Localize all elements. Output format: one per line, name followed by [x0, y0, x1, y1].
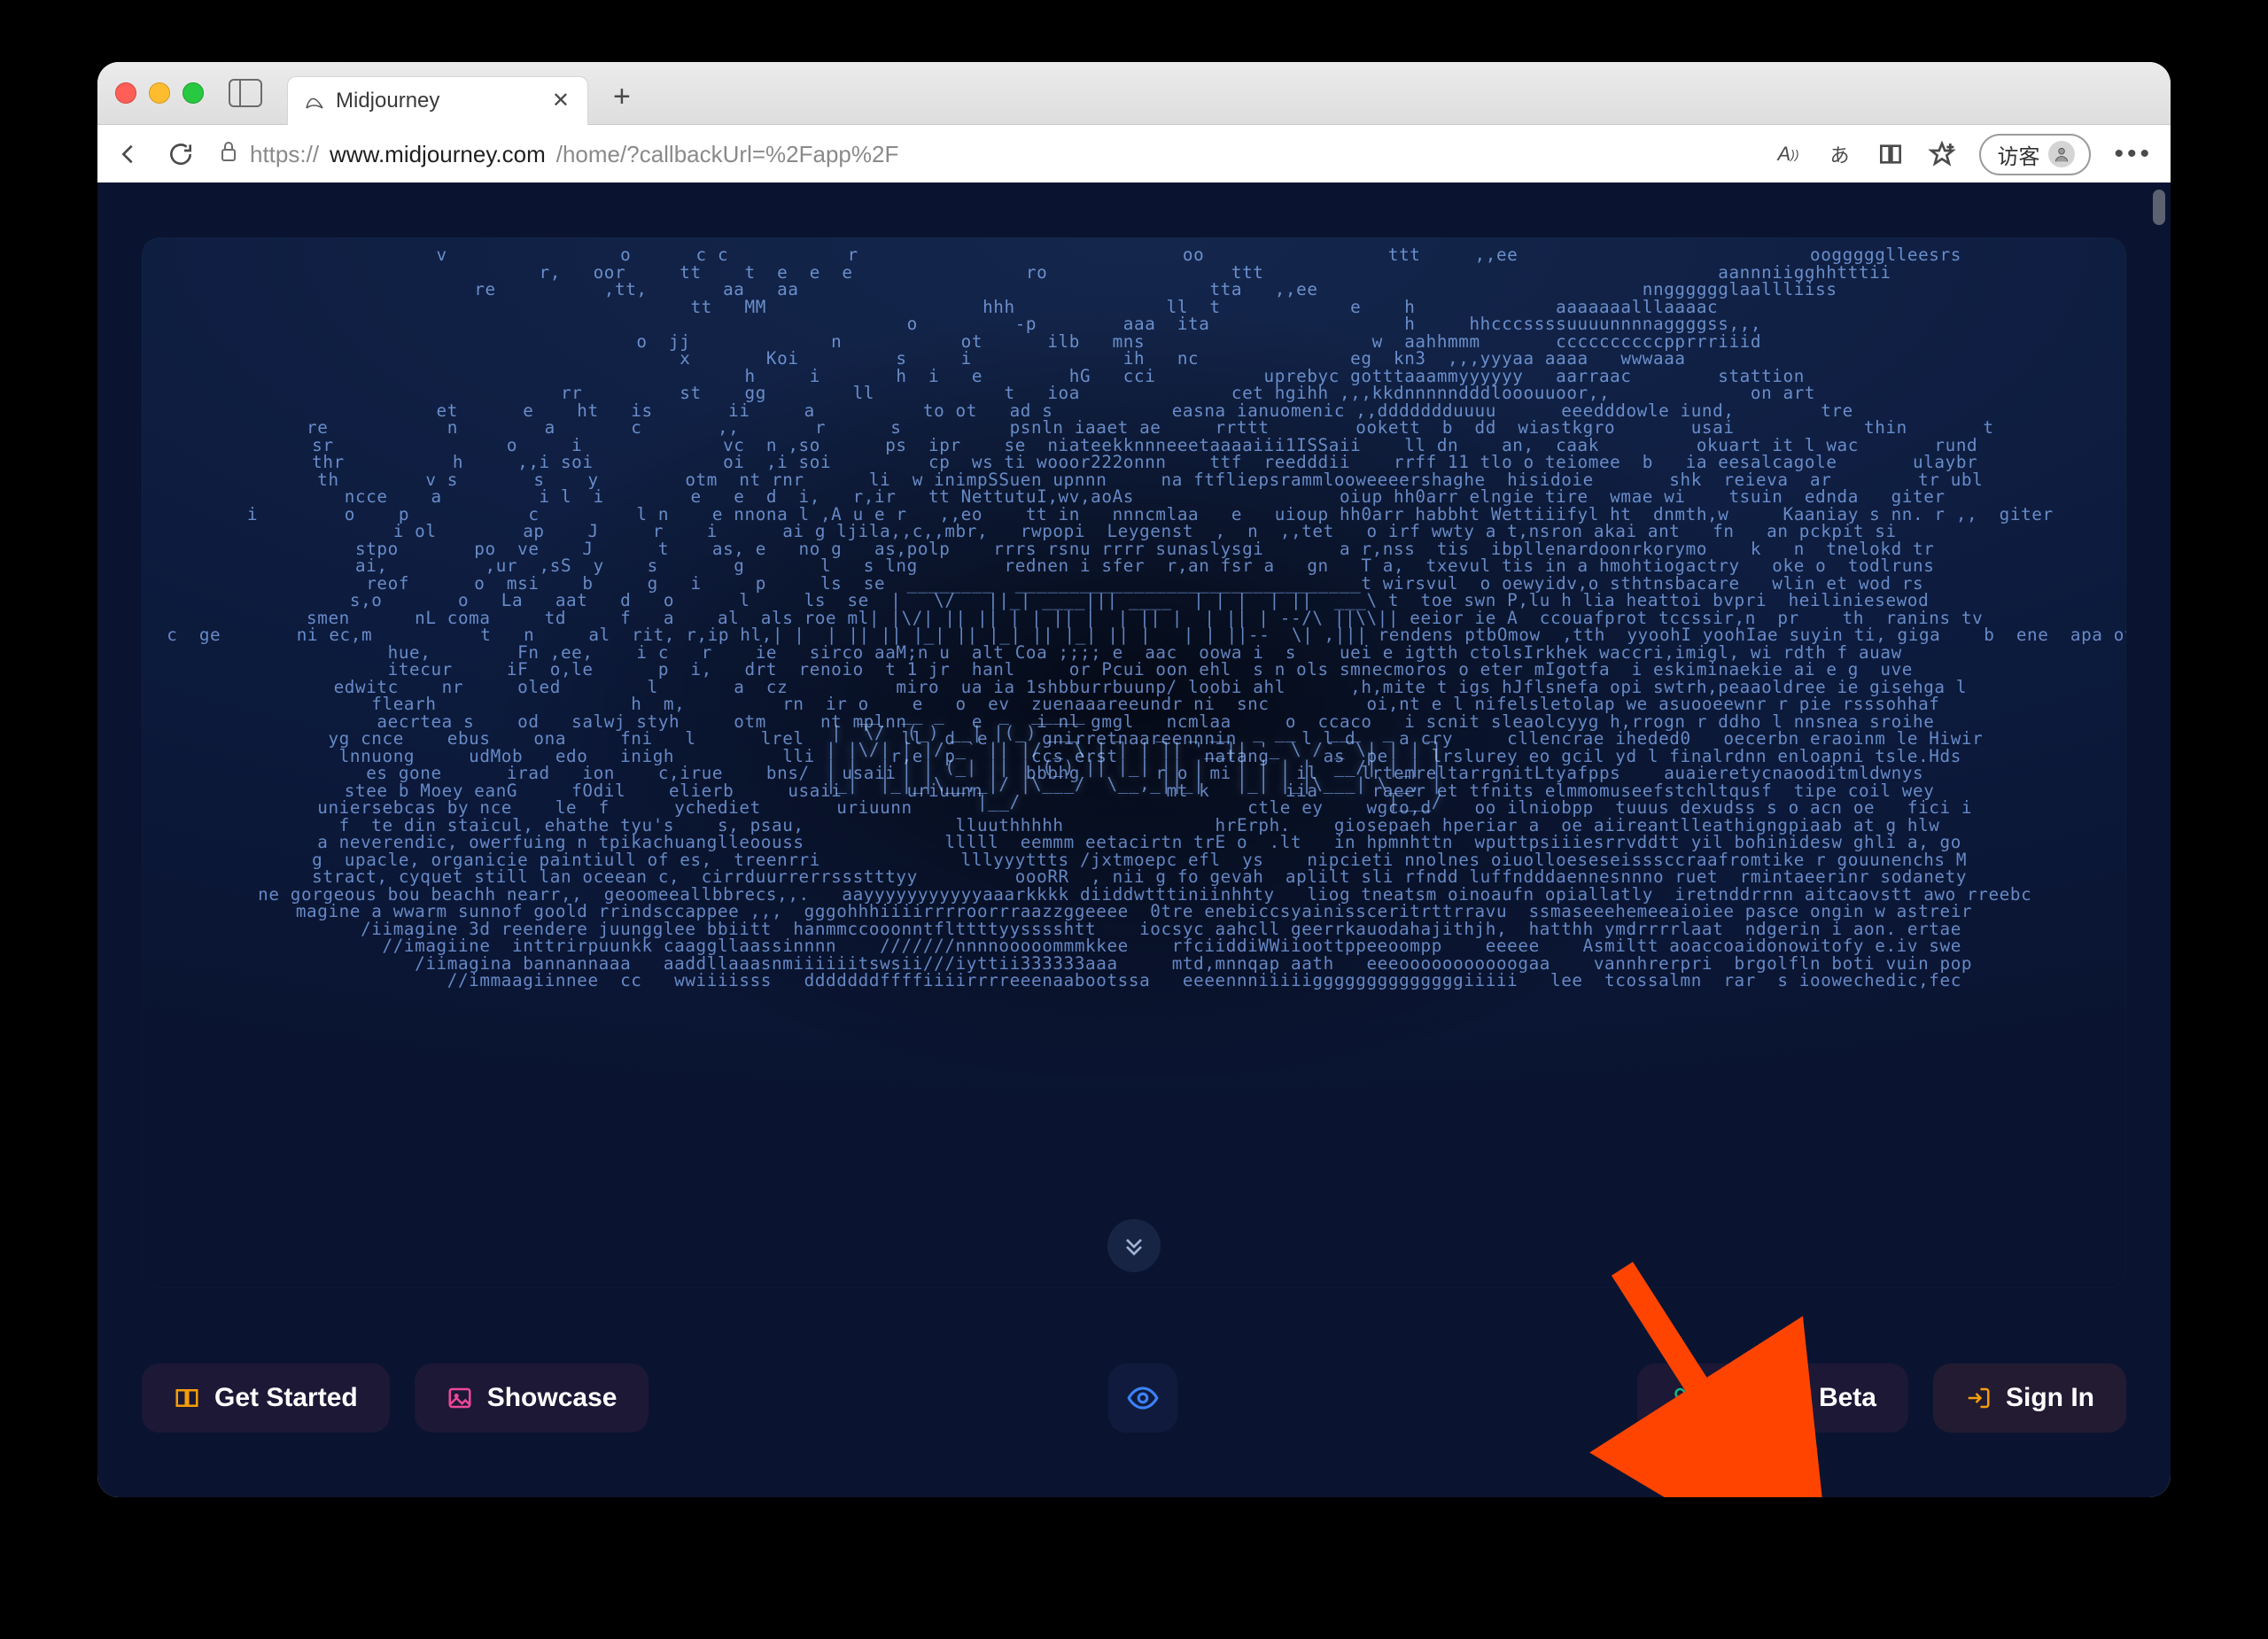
eye-icon	[1126, 1381, 1160, 1415]
profile-label: 访客	[1997, 139, 2039, 170]
book-icon	[174, 1385, 200, 1411]
profile-avatar-icon	[2048, 141, 2075, 167]
profile-button[interactable]: 访客	[1979, 134, 2091, 175]
user-plus-icon	[1669, 1385, 1696, 1411]
browser-window: Midjourney ✕ + https:// www.midjourney.co…	[97, 62, 2171, 1497]
scroll-down-hint[interactable]	[1107, 1219, 1161, 1272]
image-icon	[447, 1385, 473, 1411]
preview-eye-button[interactable]	[1108, 1363, 1177, 1433]
sign-in-icon	[1965, 1385, 1992, 1411]
page-viewport: v o c c r oo ttt ,,ee ooggggglleesrs r, …	[97, 183, 2171, 1497]
tab-favicon-icon	[304, 90, 325, 112]
favorites-icon[interactable]	[1928, 140, 1956, 168]
window-controls	[115, 82, 204, 104]
sign-in-label: Sign In	[2006, 1383, 2094, 1413]
url-path: /home/?callbackUrl=%2Fapp%2F	[556, 141, 899, 168]
url-prefix: https://	[250, 141, 319, 168]
vertical-scrollbar-thumb[interactable]	[2153, 190, 2165, 225]
footer-nav: Get Started Showcase Join the Beta	[142, 1354, 2126, 1442]
sign-in-button[interactable]: Sign In	[1933, 1363, 2126, 1433]
tab-midjourney[interactable]: Midjourney ✕	[287, 76, 588, 125]
showcase-button[interactable]: Showcase	[415, 1363, 649, 1433]
get-started-label: Get Started	[214, 1383, 358, 1413]
back-button[interactable]	[115, 140, 144, 168]
tab-close-icon[interactable]: ✕	[552, 88, 570, 113]
get-started-button[interactable]: Get Started	[142, 1363, 390, 1433]
minimize-window-button[interactable]	[149, 82, 170, 104]
url-host: www.midjourney.com	[330, 141, 546, 168]
hero-ascii-art: v o c c r oo ttt ,,ee ooggggglleesrs r, …	[142, 237, 2126, 1288]
browser-toolbar: https:// www.midjourney.com/home/?callbac…	[97, 125, 2171, 184]
address-bar[interactable]: https:// www.midjourney.com/home/?callbac…	[218, 139, 1751, 170]
new-tab-button[interactable]: +	[613, 87, 638, 112]
join-beta-label: Join the Beta	[1710, 1383, 1876, 1413]
read-aloud-icon[interactable]: A))	[1774, 140, 1802, 168]
chevron-down-double-icon	[1120, 1231, 1148, 1260]
maximize-window-button[interactable]	[183, 82, 204, 104]
more-menu-button[interactable]: •••	[2114, 139, 2153, 169]
site-info-icon[interactable]	[218, 139, 239, 170]
refresh-button[interactable]	[167, 140, 195, 168]
midjourney-logo-ascii: __ __ _ _ _____ | \/ (_) __| |(_) ___ _ …	[812, 697, 1456, 810]
showcase-label: Showcase	[487, 1383, 617, 1413]
sidebar-toggle-icon[interactable]	[229, 79, 262, 107]
reader-mode-icon[interactable]	[1876, 140, 1905, 168]
join-beta-button[interactable]: Join the Beta	[1637, 1363, 1908, 1433]
tab-title: Midjourney	[336, 89, 439, 113]
close-window-button[interactable]	[115, 82, 136, 104]
ascii-text: v o c c r oo ttt ,,ee ooggggglleesrs r, …	[142, 237, 2126, 990]
translate-icon[interactable]: あ	[1825, 140, 1853, 168]
titlebar: Midjourney ✕ +	[97, 62, 2171, 125]
